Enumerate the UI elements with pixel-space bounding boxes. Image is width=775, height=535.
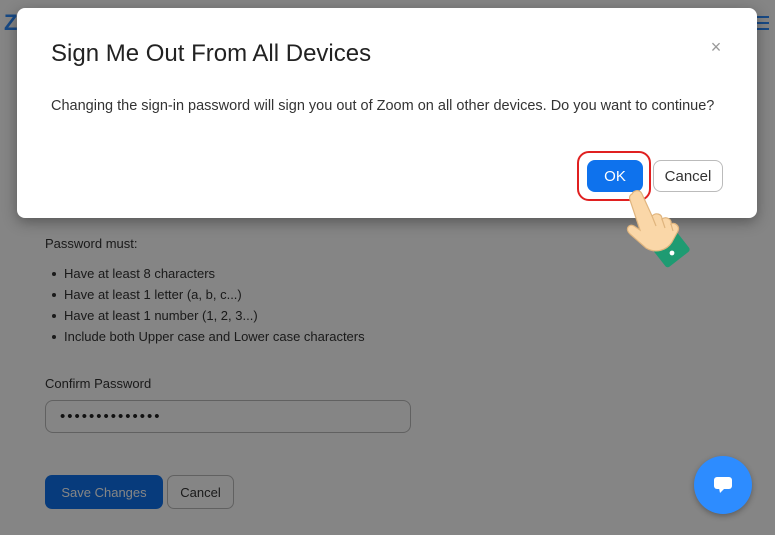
dialog-message: Changing the sign-in password will sign … <box>51 98 715 114</box>
chat-bubble-icon <box>714 477 732 493</box>
pointing-hand-icon <box>626 190 690 268</box>
close-icon[interactable]: × <box>707 38 725 56</box>
chat-button[interactable] <box>694 456 752 514</box>
dialog-title: Sign Me Out From All Devices <box>51 40 372 67</box>
